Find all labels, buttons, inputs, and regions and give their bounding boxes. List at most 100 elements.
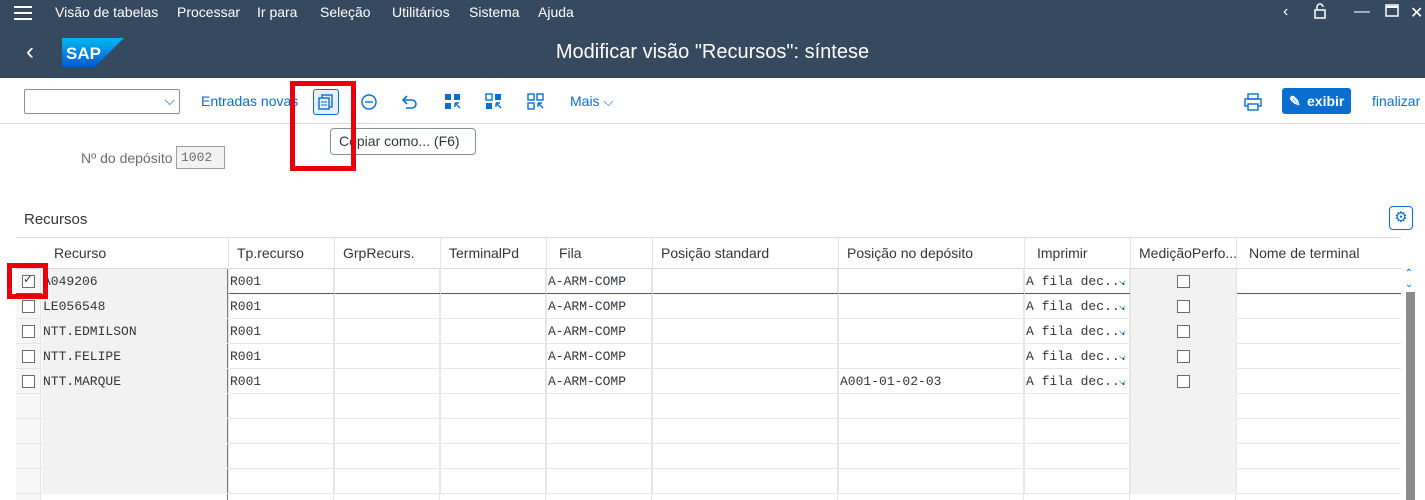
cell-fila[interactable]: A-ARM-COMP [546,294,652,319]
column-header-tp-recurso[interactable]: Tp.recurso [228,238,334,269]
menu-selecao[interactable]: Seleção [320,4,371,20]
cell-nome-terminal[interactable] [1236,344,1401,369]
table-row[interactable]: NTT.FELIPE R001 A-ARM-COMP A fila dec... ⌵ [16,344,1401,369]
print-button[interactable] [1240,89,1266,115]
cell-nome-terminal[interactable] [1236,444,1401,469]
cell-posicao-deposito[interactable] [838,394,1024,419]
cell-grp-recurs[interactable] [334,469,440,494]
cell-nome-terminal[interactable] [1236,394,1401,419]
cell-fila[interactable] [546,394,652,419]
cell-posicao-deposito[interactable] [838,269,1024,294]
cell-fila[interactable] [546,469,652,494]
cell-fila[interactable] [546,419,652,444]
chevron-down-icon[interactable]: ⌵ [1119,269,1126,294]
column-header-medicao[interactable]: MediçãoPerfo... [1130,238,1236,269]
column-header-nome-terminal[interactable]: Nome de terminal [1236,238,1401,269]
cell-tp-recurso[interactable]: R001 [228,344,334,369]
cell-imprimir[interactable]: A fila dec... ⌵ [1024,319,1130,344]
new-entries-button[interactable]: Entradas novas [201,93,298,109]
variant-select[interactable]: ⌵ [24,89,180,114]
cell-nome-terminal[interactable] [1236,269,1401,294]
cell-posicao-standard[interactable] [652,294,838,319]
chevron-down-icon[interactable]: ⌵ [1119,294,1126,319]
cell-posicao-deposito[interactable]: A001-01-02-03 [838,369,1024,394]
cell-terminal-pd[interactable] [440,369,546,394]
menu-sistema[interactable]: Sistema [469,4,520,20]
cell-tp-recurso[interactable]: R001 [228,269,334,294]
table-row[interactable] [16,394,1401,419]
maximize-icon[interactable] [1385,3,1399,22]
cell-imprimir[interactable] [1024,444,1130,469]
table-row[interactable]: LE056548 R001 A-ARM-COMP A fila dec... ⌵ [16,294,1401,319]
cell-posicao-deposito[interactable] [838,419,1024,444]
cell-tp-recurso[interactable] [228,469,334,494]
table-row[interactable] [16,419,1401,444]
display-button[interactable]: ✎ exibir [1282,88,1351,114]
cell-grp-recurs[interactable] [334,369,440,394]
menu-ir-para[interactable]: Ir para [257,4,297,20]
menu-hamburger-icon[interactable] [14,6,32,20]
cell-tp-recurso[interactable] [228,419,334,444]
deselect-all-button[interactable] [523,89,549,115]
cell-tp-recurso[interactable]: R001 [228,319,334,344]
cell-fila[interactable]: A-ARM-COMP [546,319,652,344]
medicao-checkbox[interactable] [1177,375,1190,388]
column-header-fila[interactable]: Fila [546,238,652,269]
cell-posicao-deposito[interactable] [838,444,1024,469]
finish-button[interactable]: finalizar [1372,93,1420,109]
row-select-checkbox[interactable] [22,350,35,363]
chevron-down-icon[interactable]: ⌵ [1119,344,1126,369]
cell-grp-recurs[interactable] [334,344,440,369]
cell-grp-recurs[interactable] [334,319,440,344]
menu-utilitarios[interactable]: Utilitários [392,4,450,20]
chevron-left-icon[interactable]: ‹ [1283,3,1288,21]
cell-nome-terminal[interactable] [1236,294,1401,319]
cell-posicao-standard[interactable] [652,444,838,469]
menu-processar[interactable]: Processar [177,4,240,20]
column-header-imprimir[interactable]: Imprimir [1024,238,1130,269]
cell-imprimir[interactable] [1024,394,1130,419]
cell-imprimir[interactable]: A fila dec... ⌵ [1024,294,1130,319]
cell-nome-terminal[interactable] [1236,319,1401,344]
cell-posicao-standard[interactable] [652,344,838,369]
menu-visao-de-tabelas[interactable]: Visão de tabelas [55,4,158,20]
minimize-icon[interactable]: — [1354,3,1370,21]
chevron-down-icon[interactable]: ⌵ [1119,369,1126,394]
cell-nome-terminal[interactable] [1236,469,1401,494]
cell-posicao-standard[interactable] [652,369,838,394]
cell-posicao-deposito[interactable] [838,469,1024,494]
scrollbar-thumb[interactable] [1406,292,1415,500]
cell-grp-recurs[interactable] [334,269,440,294]
column-header-posicao-deposito[interactable]: Posição no depósito [838,238,1024,269]
medicao-checkbox[interactable] [1177,325,1190,338]
cell-fila[interactable] [546,444,652,469]
cell-tp-recurso[interactable]: R001 [228,294,334,319]
cell-terminal-pd[interactable] [440,269,546,294]
table-row[interactable]: NTT.EDMILSON R001 A-ARM-COMP A fila dec... ⌵ [16,319,1401,344]
cell-posicao-deposito[interactable] [838,294,1024,319]
cell-terminal-pd[interactable] [440,469,546,494]
undo-button[interactable] [397,89,423,115]
select-block-button[interactable] [481,89,507,115]
medicao-checkbox[interactable] [1177,300,1190,313]
cell-fila[interactable]: A-ARM-COMP [546,344,652,369]
column-header-terminal-pd[interactable]: TerminalPd [440,238,546,269]
cell-terminal-pd[interactable] [440,444,546,469]
row-select-checkbox[interactable] [22,375,35,388]
chevron-down-icon[interactable]: ⌵ [1119,319,1126,344]
cell-terminal-pd[interactable] [440,344,546,369]
cell-imprimir[interactable] [1024,419,1130,444]
column-header-posicao-standard[interactable]: Posição standard [652,238,838,269]
cell-imprimir[interactable]: A fila dec... ⌵ [1024,269,1130,294]
cell-terminal-pd[interactable] [440,294,546,319]
cell-nome-terminal[interactable] [1236,369,1401,394]
cell-posicao-deposito[interactable] [838,344,1024,369]
medicao-checkbox[interactable] [1177,275,1190,288]
cell-grp-recurs[interactable] [334,294,440,319]
close-icon[interactable]: ✕ [1410,3,1423,23]
row-select-checkbox[interactable] [22,300,35,313]
table-row[interactable] [16,469,1401,494]
cell-posicao-standard[interactable] [652,469,838,494]
cell-imprimir[interactable]: A fila dec... ⌵ [1024,344,1130,369]
cell-nome-terminal[interactable] [1236,419,1401,444]
